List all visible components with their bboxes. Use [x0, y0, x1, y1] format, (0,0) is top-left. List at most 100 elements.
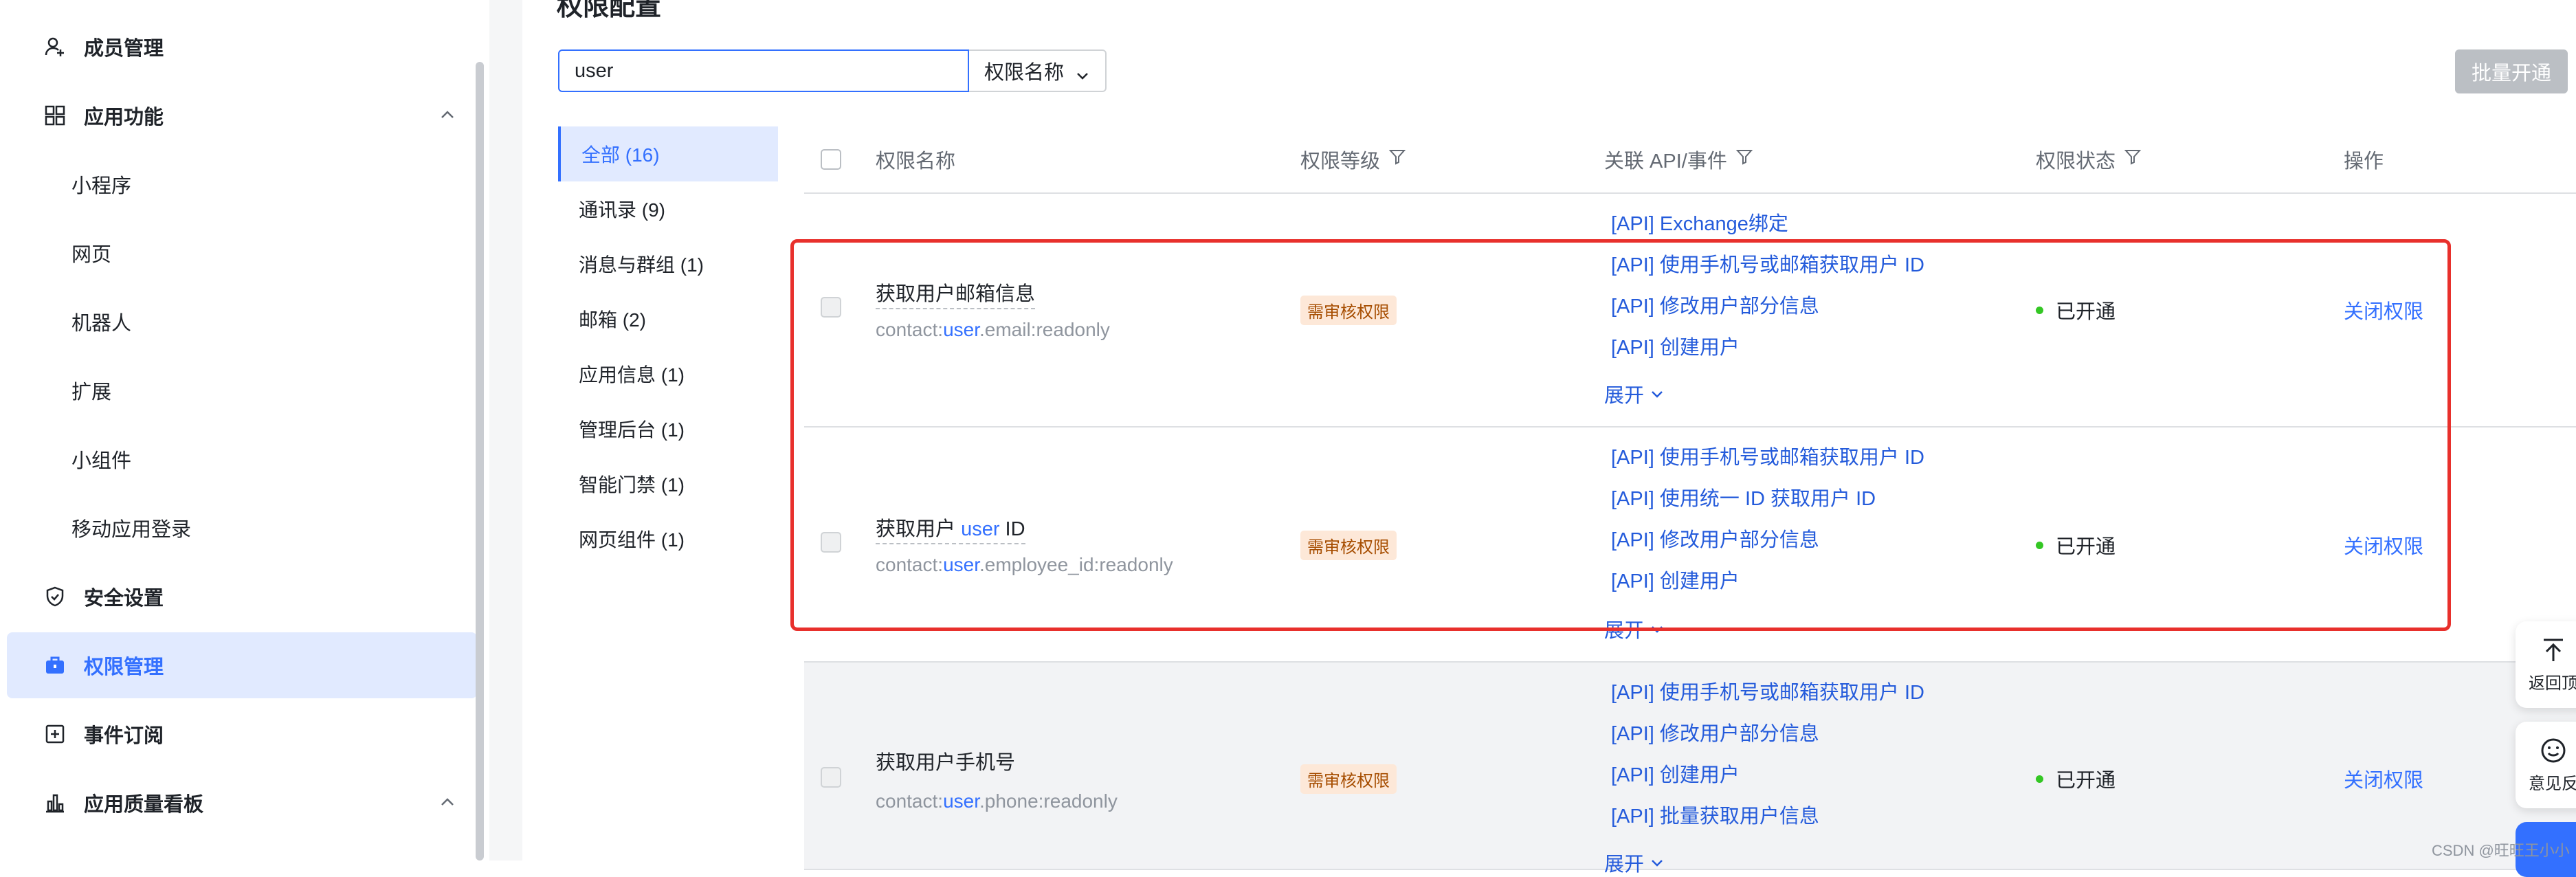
table-header: 权限名称 权限等级 关联 API/事件 权限状态 操作 — [804, 126, 2576, 194]
row-checkbox[interactable] — [821, 297, 841, 318]
chevron-down-icon — [1075, 66, 1090, 89]
close-permission-link[interactable]: 关闭权限 — [2344, 531, 2423, 559]
header-api-label: 关联 API/事件 — [1604, 151, 1727, 173]
filter-icon[interactable] — [2124, 148, 2142, 171]
back-to-top-label: 返回顶 — [2529, 674, 2576, 693]
sidebar-item-widget[interactable]: 小组件 — [7, 426, 477, 492]
chevron-up-icon — [438, 106, 456, 129]
sidebar-item-members[interactable]: 成员管理 — [7, 14, 477, 80]
api-link[interactable]: [API] 使用手机号或邮箱获取用户 ID — [1611, 672, 1924, 713]
sidebar-item-label: 小组件 — [71, 450, 132, 472]
category-access-control[interactable]: 智能门禁 (1) — [558, 456, 778, 511]
table-row: 获取用户手机号 contact:user.phone:readonly 需审核权… — [804, 663, 2576, 876]
feedback-button[interactable]: 意见反 — [2516, 722, 2576, 808]
search-input[interactable] — [558, 49, 969, 92]
category-all[interactable]: 全部 (16) — [558, 126, 778, 181]
sidebar-item-permissions[interactable]: 权限管理 — [7, 632, 477, 698]
watermark: CSDN @旺旺王小小 — [2432, 842, 2570, 859]
level-badge: 需审核权限 — [1300, 531, 1397, 560]
category-messages[interactable]: 消息与群组 (1) — [558, 236, 778, 291]
sidebar-item-security[interactable]: 安全设置 — [7, 564, 477, 630]
sidebar-item-label: 扩展 — [71, 381, 112, 403]
sidebar-item-extension[interactable]: 扩展 — [7, 357, 477, 423]
smile-icon — [2541, 738, 2566, 762]
shield-icon — [41, 583, 69, 610]
category-app-info[interactable]: 应用信息 (1) — [558, 346, 778, 401]
row-checkbox[interactable] — [821, 532, 841, 553]
api-link[interactable]: [API] 修改用户部分信息 — [1611, 286, 1924, 327]
header-name: 权限名称 — [876, 151, 956, 173]
header-level-label: 权限等级 — [1300, 151, 1381, 173]
table-row: 获取用户 user ID contact:user.employee_id:re… — [804, 428, 2576, 663]
api-link[interactable]: [API] 创建用户 — [1611, 561, 1924, 602]
back-to-top-button[interactable]: 返回顶 — [2516, 621, 2576, 708]
api-link[interactable]: [API] 修改用户部分信息 — [1611, 520, 1924, 561]
sidebar-item-quality-board[interactable]: 应用质量看板 — [7, 770, 477, 836]
sidebar-item-label: 权限管理 — [84, 656, 164, 678]
api-link[interactable]: [API] 修改用户部分信息 — [1611, 713, 1924, 755]
expand-link[interactable]: 展开 — [1604, 614, 1665, 643]
sidebar-item-label: 事件订阅 — [84, 725, 164, 747]
sidebar-item-mobile-login[interactable]: 移动应用登录 — [7, 495, 477, 561]
permission-code: contact:user.employee_id:readonly — [876, 554, 1173, 575]
sidebar-item-label: 小程序 — [71, 175, 132, 197]
header-status[interactable]: 权限状态 — [2036, 126, 2142, 192]
sidebar-item-label: 应用质量看板 — [84, 794, 204, 816]
sidebar-item-bot[interactable]: 机器人 — [7, 289, 477, 355]
status-dot — [2036, 541, 2043, 549]
header-op: 操作 — [2344, 151, 2384, 173]
header-level[interactable]: 权限等级 — [1300, 126, 1406, 192]
sidebar-item-label: 网页 — [71, 244, 112, 266]
category-web-components[interactable]: 网页组件 (1) — [558, 511, 778, 566]
batch-enable-button[interactable]: 批量开通 — [2455, 49, 2568, 93]
row-checkbox[interactable] — [821, 767, 841, 788]
category-admin[interactable]: 管理后台 (1) — [558, 401, 778, 456]
table-row: [API] Exchange绑定 获取用户邮箱信息 contact:user.e… — [804, 194, 2576, 428]
status-dot — [2036, 306, 2043, 314]
api-link[interactable]: [API] 使用统一 ID 获取用户 ID — [1611, 478, 1924, 520]
add-user-icon — [41, 33, 69, 60]
permission-name: 获取用户手机号 — [876, 752, 1016, 774]
api-link[interactable]: [API] 使用手机号或邮箱获取用户 ID — [1611, 437, 1924, 478]
sidebar-item-app-features[interactable]: 应用功能 — [7, 82, 477, 148]
sidebar-item-label: 移动应用登录 — [71, 519, 192, 541]
header-status-label: 权限状态 — [2036, 151, 2116, 173]
bar-chart-icon — [41, 789, 69, 817]
expand-link[interactable]: 展开 — [1604, 379, 1665, 408]
select-all-checkbox[interactable] — [821, 149, 841, 170]
api-link[interactable]: [API] Exchange绑定 — [1611, 203, 1788, 245]
event-icon — [41, 720, 69, 748]
status: 已开通 — [2036, 296, 2116, 324]
close-permission-link[interactable]: 关闭权限 — [2344, 296, 2423, 324]
sidebar-item-label: 应用功能 — [84, 107, 164, 129]
category-mailbox[interactable]: 邮箱 (2) — [558, 291, 778, 346]
api-link[interactable]: [API] 批量获取用户信息 — [1611, 796, 1924, 837]
status: 已开通 — [2036, 531, 2116, 559]
grid-icon — [41, 102, 69, 129]
sidebar-item-mini-program[interactable]: 小程序 — [7, 151, 477, 217]
sidebar-scrollbar[interactable] — [476, 62, 484, 861]
expand-link[interactable]: 展开 — [1604, 848, 1665, 877]
header-api[interactable]: 关联 API/事件 — [1604, 126, 1753, 192]
sidebar-item-webpage[interactable]: 网页 — [7, 220, 477, 286]
api-link[interactable]: [API] 使用手机号或邮箱获取用户 ID — [1611, 245, 1924, 286]
level-badge: 需审核权限 — [1300, 764, 1397, 794]
api-link[interactable]: [API] 创建用户 — [1611, 755, 1924, 796]
permission-code: contact:user.phone:readonly — [876, 790, 1118, 812]
status-dot — [2036, 775, 2043, 783]
feedback-label: 意见反 — [2529, 774, 2576, 793]
permission-code: contact:user.email:readonly — [876, 319, 1110, 340]
briefcase-icon — [41, 652, 69, 679]
api-link[interactable]: [API] 创建用户 — [1611, 327, 1924, 368]
chevron-down-icon — [1652, 860, 1663, 867]
sidebar-item-label: 成员管理 — [84, 38, 164, 60]
filter-icon[interactable] — [1735, 148, 1753, 171]
status: 已开通 — [2036, 764, 2116, 793]
filter-icon[interactable] — [1388, 148, 1406, 171]
category-contacts[interactable]: 通讯录 (9) — [558, 181, 778, 236]
close-permission-link[interactable]: 关闭权限 — [2344, 764, 2423, 793]
search-field-select[interactable]: 权限名称 — [969, 49, 1107, 92]
level-badge: 需审核权限 — [1300, 296, 1397, 325]
sidebar-item-events[interactable]: 事件订阅 — [7, 701, 477, 767]
sidebar: 成员管理 应用功能 小程序 网页 机器人 扩展 小组件 移动应用登录 安全设置 … — [0, 0, 491, 861]
